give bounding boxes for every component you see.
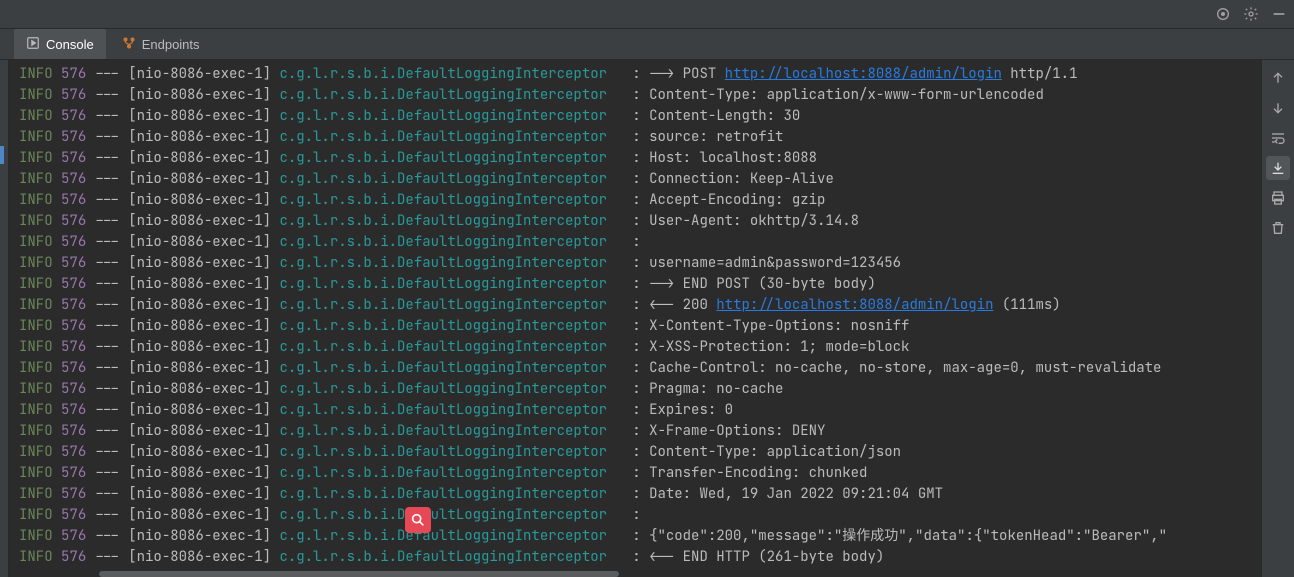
url-link[interactable]: http://localhost:8088/admin/login xyxy=(725,65,1002,83)
log-line: INFO 576 --- [nio-8086-exec-1] c.g.l.r.s… xyxy=(19,253,1251,274)
target-icon[interactable] xyxy=(1214,5,1232,23)
tabs-bar: Console Endpoints xyxy=(0,29,1294,60)
right-toolbar-rail xyxy=(1261,60,1294,577)
log-line: INFO 576 --- [nio-8086-exec-1] c.g.l.r.s… xyxy=(19,337,1251,358)
clear-button[interactable] xyxy=(1266,216,1290,240)
soft-wrap-button[interactable] xyxy=(1266,126,1290,150)
log-viewport[interactable]: INFO 576 --- [nio-8086-exec-1] c.g.l.r.s… xyxy=(9,60,1261,577)
gutter-indicator xyxy=(0,146,4,164)
console-area: INFO 576 --- [nio-8086-exec-1] c.g.l.r.s… xyxy=(0,60,1294,577)
left-gutter xyxy=(0,60,9,577)
log-line: INFO 576 --- [nio-8086-exec-1] c.g.l.r.s… xyxy=(19,127,1251,148)
log-line: INFO 576 --- [nio-8086-exec-1] c.g.l.r.s… xyxy=(19,295,1251,316)
scroll-to-end-button[interactable] xyxy=(1266,156,1290,180)
log-line: INFO 576 --- [nio-8086-exec-1] c.g.l.r.s… xyxy=(19,358,1251,379)
log-line: INFO 576 --- [nio-8086-exec-1] c.g.l.r.s… xyxy=(19,526,1251,547)
log-line: INFO 576 --- [nio-8086-exec-1] c.g.l.r.s… xyxy=(19,484,1251,505)
log-line: INFO 576 --- [nio-8086-exec-1] c.g.l.r.s… xyxy=(19,85,1251,106)
tab-label: Endpoints xyxy=(142,37,200,52)
titlebar xyxy=(0,0,1294,29)
log-line: INFO 576 --- [nio-8086-exec-1] c.g.l.r.s… xyxy=(19,148,1251,169)
horizontal-scrollbar-thumb[interactable] xyxy=(99,571,619,577)
log-lines: INFO 576 --- [nio-8086-exec-1] c.g.l.r.s… xyxy=(9,60,1261,568)
url-link[interactable]: http://localhost:8088/admin/login xyxy=(716,296,993,314)
log-line: INFO 576 --- [nio-8086-exec-1] c.g.l.r.s… xyxy=(19,106,1251,127)
gear-icon[interactable] xyxy=(1242,5,1260,23)
tab-console[interactable]: Console xyxy=(14,29,106,59)
minimize-icon[interactable] xyxy=(1270,5,1288,23)
print-button[interactable] xyxy=(1266,186,1290,210)
search-overlay-button[interactable] xyxy=(405,507,431,533)
tab-endpoints[interactable]: Endpoints xyxy=(110,29,212,59)
branch-icon xyxy=(122,36,136,53)
log-line: INFO 576 --- [nio-8086-exec-1] c.g.l.r.s… xyxy=(19,547,1251,568)
horizontal-scrollbar[interactable] xyxy=(9,569,1249,577)
tab-label: Console xyxy=(46,37,94,52)
jump-top-button[interactable] xyxy=(1266,66,1290,90)
play-square-icon xyxy=(26,36,40,53)
log-line: INFO 576 --- [nio-8086-exec-1] c.g.l.r.s… xyxy=(19,442,1251,463)
log-line: INFO 576 --- [nio-8086-exec-1] c.g.l.r.s… xyxy=(19,505,1251,526)
jump-bottom-button[interactable] xyxy=(1266,96,1290,120)
log-line: INFO 576 --- [nio-8086-exec-1] c.g.l.r.s… xyxy=(19,232,1251,253)
log-line: INFO 576 --- [nio-8086-exec-1] c.g.l.r.s… xyxy=(19,400,1251,421)
log-line: INFO 576 --- [nio-8086-exec-1] c.g.l.r.s… xyxy=(19,190,1251,211)
log-line: INFO 576 --- [nio-8086-exec-1] c.g.l.r.s… xyxy=(19,379,1251,400)
log-line: INFO 576 --- [nio-8086-exec-1] c.g.l.r.s… xyxy=(19,211,1251,232)
log-line: INFO 576 --- [nio-8086-exec-1] c.g.l.r.s… xyxy=(19,274,1251,295)
log-line: INFO 576 --- [nio-8086-exec-1] c.g.l.r.s… xyxy=(19,64,1251,85)
log-line: INFO 576 --- [nio-8086-exec-1] c.g.l.r.s… xyxy=(19,316,1251,337)
log-line: INFO 576 --- [nio-8086-exec-1] c.g.l.r.s… xyxy=(19,169,1251,190)
log-line: INFO 576 --- [nio-8086-exec-1] c.g.l.r.s… xyxy=(19,463,1251,484)
log-line: INFO 576 --- [nio-8086-exec-1] c.g.l.r.s… xyxy=(19,421,1251,442)
